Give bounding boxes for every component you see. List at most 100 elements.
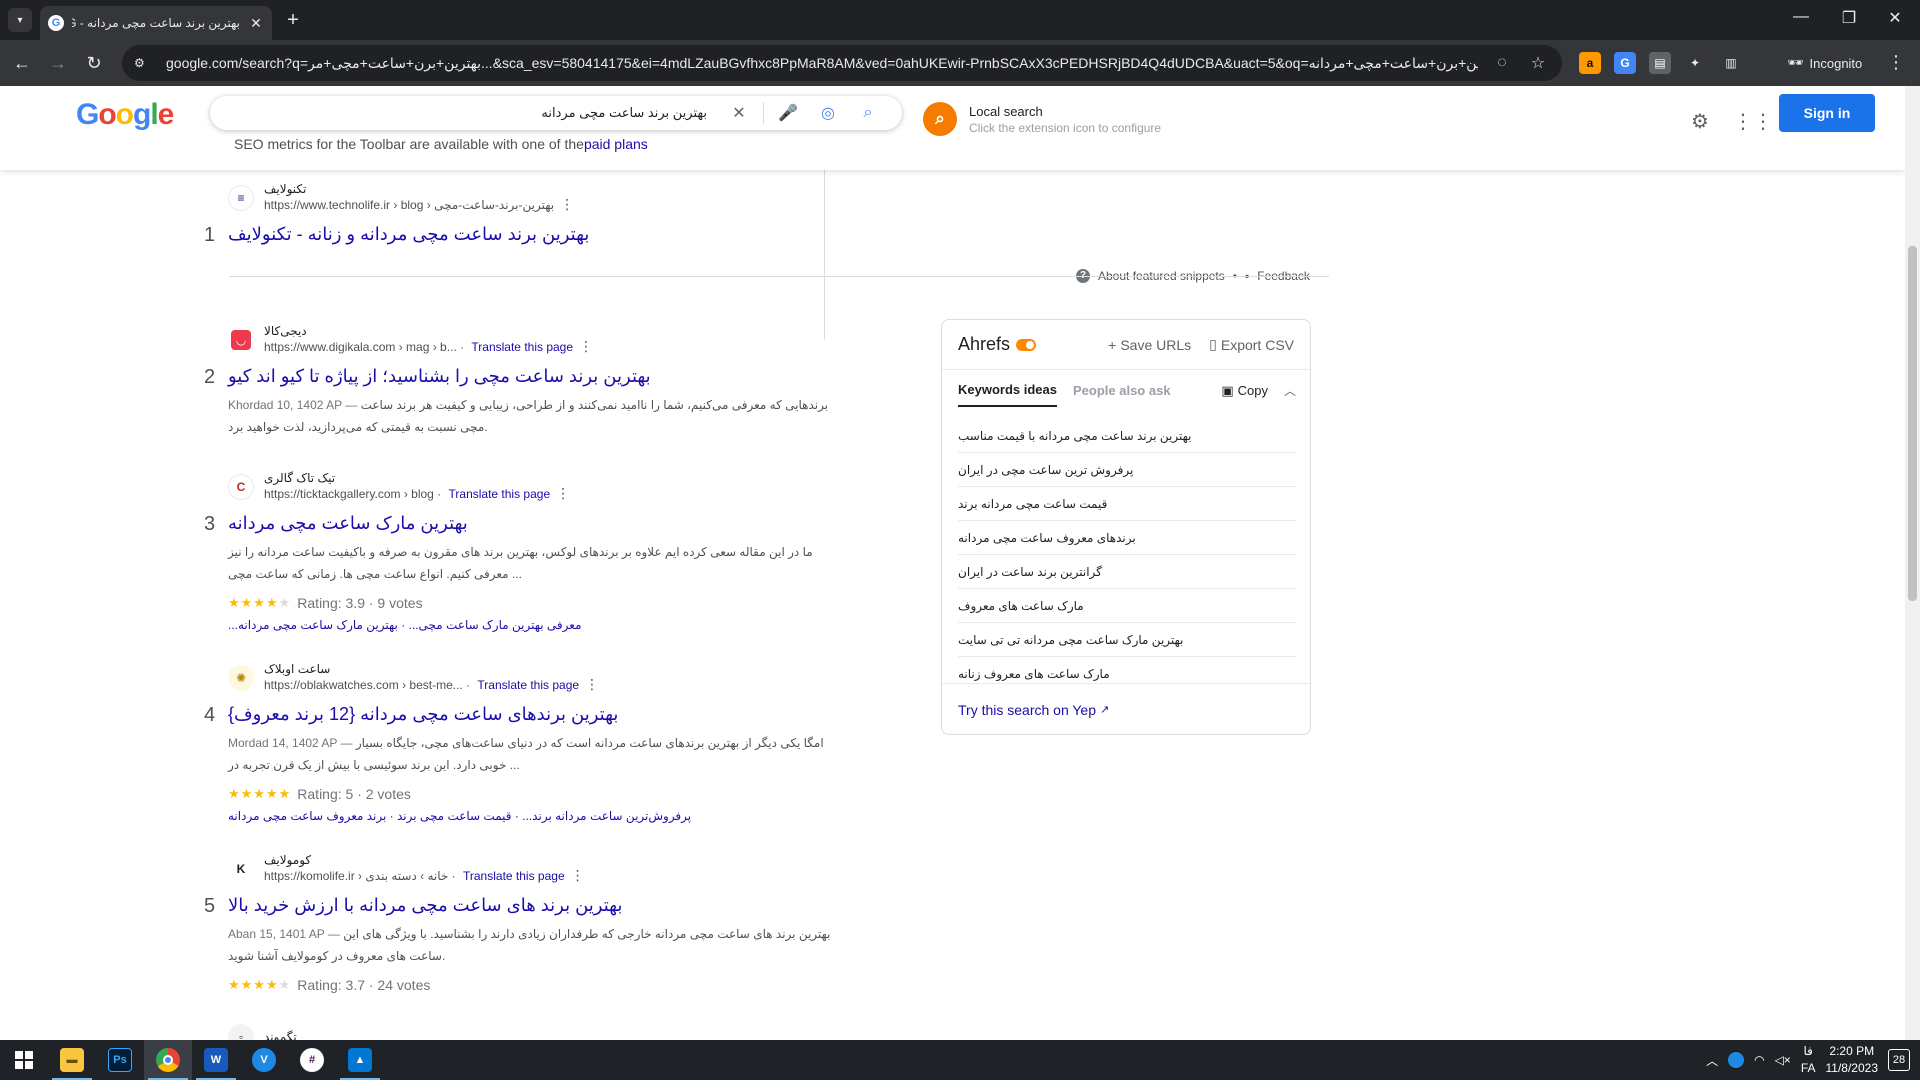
result-source[interactable]: ◡ دیجی‌کالا https://www.digikala.com › m… (228, 324, 593, 355)
taskbar-photoshop[interactable]: Ps (96, 1040, 144, 1080)
result-source[interactable]: K کومولایف https://komolife.ir › خانه › … (228, 853, 585, 884)
more-options-icon[interactable]: ⋮ (585, 676, 599, 692)
save-urls-button[interactable]: + Save URLs (1108, 337, 1191, 353)
language-indicator[interactable]: فا FA (1801, 1043, 1816, 1077)
result-source[interactable]: ◦ تگموند (228, 1024, 297, 1040)
search-icon[interactable]: ⌕ (848, 104, 888, 122)
back-button[interactable]: ← (9, 50, 35, 76)
keyword-item[interactable]: برندهای معروف ساعت مچی مردانه (958, 521, 1296, 555)
result-title-link[interactable]: بهترین برند های ساعت مچی مردانه با ارزش … (228, 895, 622, 916)
keyword-item[interactable]: مارک ساعت های معروف (958, 589, 1296, 623)
settings-gear-icon[interactable]: ⚙ (1686, 108, 1714, 136)
lens-icon[interactable]: ◎ (808, 103, 848, 123)
taskbar-chrome[interactable] (144, 1040, 192, 1080)
close-window-button[interactable]: ✕ (1872, 8, 1918, 28)
translate-link[interactable]: Translate this page (471, 340, 573, 354)
clear-icon[interactable]: ✕ (719, 103, 759, 123)
search-input[interactable]: بهترین برند ساعت مچی مردانه (224, 105, 719, 121)
result-date: Mordad 14, 1402 AP — (228, 736, 353, 750)
address-bar[interactable]: ⚙ google.com/search?q=بهترین+برن+ساعت+مچ… (122, 45, 1562, 81)
page-scrollbar[interactable] (1905, 86, 1920, 1040)
tab-keywords-ideas[interactable]: Keywords ideas (958, 382, 1057, 407)
volume-icon[interactable]: ◁× (1775, 1053, 1791, 1067)
taskbar-vivaldi[interactable]: V (240, 1040, 288, 1080)
translate-link[interactable]: Translate this page (449, 487, 551, 501)
try-yep-link[interactable]: Try this search on Yep ↗ (942, 683, 1310, 735)
star-icon[interactable]: ☆ (1526, 53, 1550, 73)
clock[interactable]: 2:20 PM 11/8/2023 (1826, 1043, 1879, 1077)
site-favicon-icon: ≡ (228, 184, 254, 211)
new-tab-button[interactable]: + (282, 9, 304, 31)
extension-icon[interactable]: ▤ (1649, 52, 1671, 74)
paid-plans-link[interactable]: paid plans (584, 136, 648, 152)
site-url: https://www.digikala.com › mag › b... · … (264, 338, 594, 354)
close-icon[interactable]: ✕ (248, 15, 264, 32)
reload-button[interactable]: ↻ (81, 50, 107, 76)
result-title-link[interactable]: بهترین برند ساعت مچی را بشناسید؛ از پیاژ… (228, 366, 651, 387)
chevron-up-icon[interactable]: ︿ (1284, 382, 1296, 407)
notification-center-button[interactable]: 28 (1888, 1049, 1910, 1071)
result-number: 3 (204, 513, 216, 535)
more-options-icon[interactable]: ⋮ (560, 196, 574, 212)
translate-extension-icon[interactable]: G (1614, 52, 1636, 74)
result-title-link[interactable]: بهترین برند ساعت مچی مردانه و زنانه - تک… (228, 224, 589, 245)
more-options-icon[interactable]: ⋮ (571, 867, 585, 883)
result-rating: ★★★★★ Rating: 5 · 2 votes (228, 786, 411, 802)
result-source[interactable]: C تیک تاک گالری https://ticktackgallery.… (228, 471, 570, 502)
side-panel-icon[interactable]: ▥ (1720, 52, 1742, 74)
tab-people-also-ask[interactable]: People also ask (1073, 383, 1171, 406)
result-title-link[interactable]: بهترین مارک ساعت مچی مردانه (228, 513, 468, 534)
restore-button[interactable]: ❐ (1826, 8, 1872, 28)
more-options-icon[interactable]: ⋮ (556, 485, 570, 501)
site-info-icon[interactable]: ⚙ (134, 56, 154, 70)
puzzle-icon[interactable]: ✦ (1684, 52, 1706, 74)
sign-in-button[interactable]: Sign in (1779, 94, 1875, 132)
keyword-item[interactable]: بهترین مارک ساعت مچی مردانه تی تی سایت (958, 623, 1296, 657)
translate-link[interactable]: Translate this page (463, 869, 565, 883)
amazon-extension-icon[interactable]: a (1579, 52, 1601, 74)
wifi-icon[interactable]: ◠ (1754, 1053, 1764, 1067)
scrollbar-thumb[interactable] (1908, 246, 1917, 601)
vpn-icon[interactable] (1728, 1052, 1745, 1068)
site-name: کومولایف (264, 853, 312, 867)
minimize-button[interactable]: — (1778, 8, 1824, 26)
start-button[interactable] (0, 1040, 48, 1080)
microphone-icon[interactable]: 🎤 (768, 103, 808, 123)
forward-button[interactable]: → (45, 50, 71, 76)
more-options-icon[interactable]: ⋮ (579, 338, 593, 354)
taskbar-photos[interactable]: ▲ (336, 1040, 384, 1080)
keyword-item[interactable]: گرانترین برند ساعت در ایران (958, 555, 1296, 589)
ahrefs-toggle[interactable] (1016, 338, 1037, 351)
result-source[interactable]: ✺ ساعت اوبلاک https://oblakwatches.com ›… (228, 662, 599, 693)
keyword-item[interactable]: قیمت ساعت مچی مردانه برند (958, 487, 1296, 521)
apps-grid-icon[interactable]: ⋮⋮ (1733, 108, 1773, 136)
keyword-item[interactable]: پرفروش ترین ساعت مچی در ایران (958, 453, 1296, 487)
snippet-divider (824, 170, 825, 340)
url-text[interactable]: google.com/search?q=بهترین+برن+ساعت+مچی+… (166, 55, 1478, 72)
result-sitelinks[interactable]: پرفروش‌ترین ساعت مردانه برند... · قیمت س… (228, 809, 691, 823)
keyword-item[interactable]: بهترین برند ساعت مچی مردانه با قیمت مناس… (958, 419, 1296, 453)
local-search-widget[interactable]: ⌕ Local search Click the extension icon … (923, 102, 1161, 136)
eye-off-icon[interactable]: ◌ (1490, 54, 1514, 72)
digikala-favicon-icon: ◡ (231, 329, 251, 350)
taskbar-slack[interactable]: # (288, 1040, 336, 1080)
incognito-indicator[interactable]: 🕶 Incognito (1775, 49, 1874, 77)
chevron-up-icon[interactable]: ︿ (1706, 1052, 1718, 1069)
result-date: Khordad 10, 1402 AP — (228, 398, 358, 412)
site-name: ساعت اوبلاک (264, 662, 331, 676)
taskbar-word[interactable]: W (192, 1040, 240, 1080)
result-title-link[interactable]: بهترین برندهای ساعت مچی مردانه {12 برند … (228, 704, 618, 725)
export-csv-button[interactable]: ▯ Export CSV (1209, 336, 1294, 353)
result-sitelinks[interactable]: معرفی بهترین مارک ساعت مچی... · بهترین م… (228, 618, 582, 632)
browser-tab[interactable]: G بهترین برند ساعت مچی مردانه - G ✕ (40, 6, 272, 40)
tab-search-button[interactable]: ▾ (8, 8, 32, 32)
menu-icon[interactable]: ⋮ (1886, 52, 1906, 73)
search-box[interactable]: بهترین برند ساعت مچی مردانه ✕ 🎤 ◎ ⌕ (210, 96, 902, 130)
result-source[interactable]: ≡ تکنولایف https://www.technolife.ir › b… (228, 182, 574, 213)
copy-button[interactable]: ▣ Copy (1221, 383, 1268, 407)
google-logo[interactable]: Google (76, 98, 174, 132)
taskbar-file-explorer[interactable]: ▬ (48, 1040, 96, 1080)
site-name: تگموند (264, 1030, 297, 1040)
tab-title: بهترین برند ساعت مچی مردانه - G (72, 16, 240, 30)
translate-link[interactable]: Translate this page (477, 678, 579, 692)
